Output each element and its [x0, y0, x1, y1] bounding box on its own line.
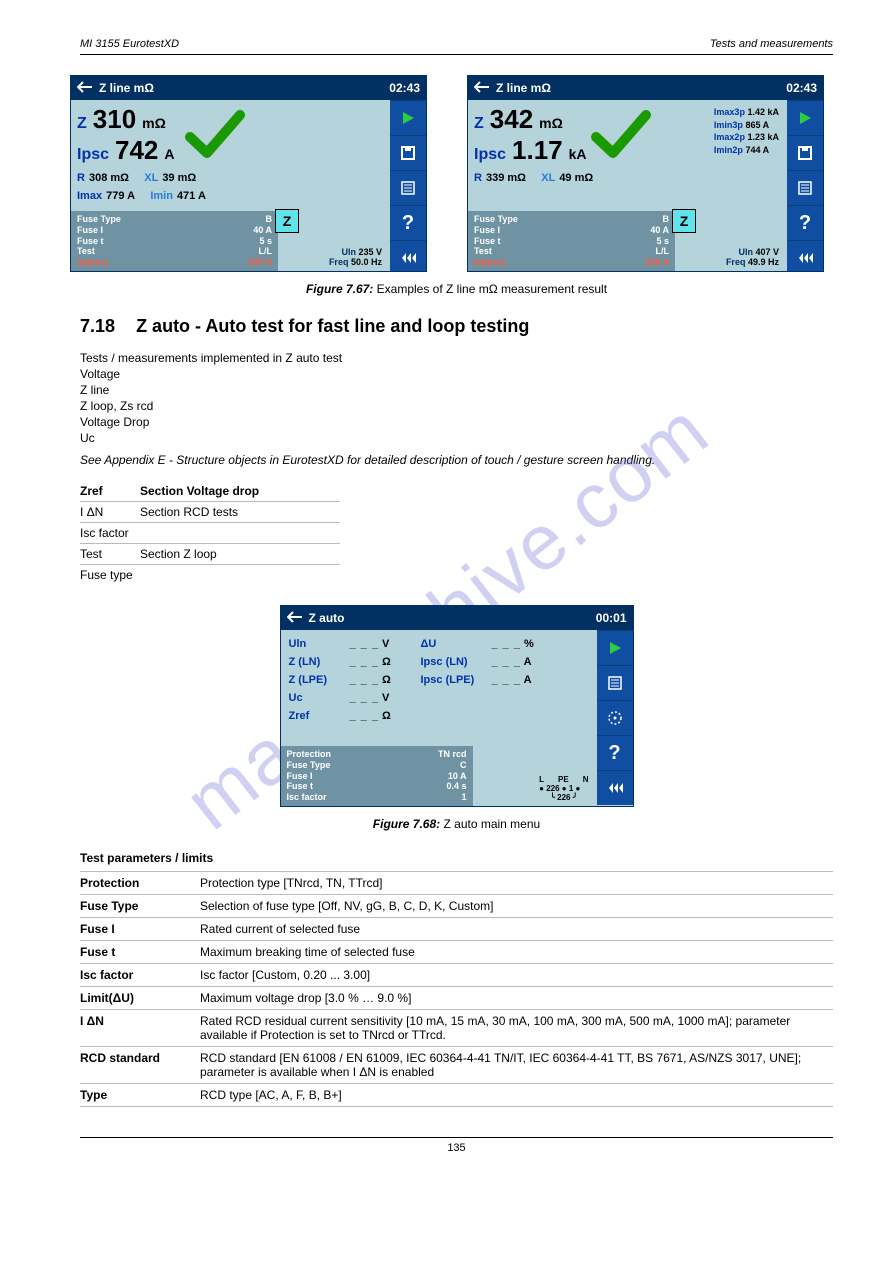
screenshot-zline-right: Z line mΩ 02:43 ? Z 342 mΩ Ipsc 1.17 kA — [467, 75, 824, 272]
list-button[interactable] — [597, 665, 633, 700]
figure-num: Figure 7.67: — [306, 282, 373, 296]
r-label: R — [77, 172, 85, 184]
du-label: ΔU — [421, 638, 486, 650]
z-label: Z — [77, 115, 87, 133]
z-label: Z — [474, 115, 484, 133]
uln-label: Uln — [289, 638, 344, 650]
xl-value: 39 mΩ — [162, 172, 196, 184]
clock: 00:01 — [596, 611, 627, 625]
params-header: Test parameters / limits — [80, 851, 213, 865]
intro-line: Uc — [80, 431, 833, 445]
run-button[interactable] — [390, 100, 426, 135]
freq-label: Freq — [726, 257, 746, 267]
side-values: Imax3p 1.42 kA Imin3p 865 A Imax2p 1.23 … — [714, 106, 779, 156]
z-value: 342 — [490, 104, 533, 135]
save-button[interactable] — [390, 135, 426, 170]
screen-title: Z line mΩ — [99, 81, 154, 95]
list-button[interactable] — [787, 170, 823, 205]
screen-title: Z line mΩ — [496, 81, 551, 95]
xl-value: 49 mΩ — [559, 172, 593, 184]
fuse-panel: ProtectionTN rcd Fuse TypeC Fuse I10 A F… — [281, 746, 473, 806]
freq-value: 50.0 Hz — [351, 257, 382, 267]
intro-line: Voltage — [80, 367, 833, 381]
uln-value: 407 V — [755, 247, 779, 257]
ipsc-label: Ipsc — [474, 146, 506, 164]
z-value: 310 — [93, 104, 136, 135]
r-label: R — [474, 172, 482, 184]
z-badge[interactable]: Z — [672, 209, 696, 233]
terminal-diagram: LPEN ● 226 ● 1 ● ╰ 226 ╯ — [539, 775, 588, 802]
ipsc-value: 1.17 — [512, 135, 563, 166]
ipsc-value: 742 — [115, 135, 158, 166]
imin-label: Imin — [150, 190, 173, 202]
freq-value: 49.9 Hz — [748, 257, 779, 267]
imax-label: Imax — [77, 190, 102, 202]
uln-label: Uln — [341, 247, 356, 257]
screenshot-zauto: Z auto 00:01 ? Uln _ _ _ V ΔU _ _ _ % Z … — [280, 605, 634, 807]
screen-title: Z auto — [309, 611, 345, 625]
clock: 02:43 — [786, 81, 817, 95]
intro-line: Tests / measurements implemented in Z au… — [80, 351, 833, 365]
ref-table: ZrefSection Voltage drop I ΔNSection RCD… — [80, 481, 340, 585]
imax-value: 779 A — [106, 190, 135, 202]
zlpe-label: Z (LPE) — [289, 674, 344, 686]
intro-line: Voltage Drop — [80, 415, 833, 429]
doc-header-right: Tests and measurements — [710, 38, 833, 50]
ipsc-label: Ipsc — [77, 146, 109, 164]
figure-text: Examples of Z line mΩ measurement result — [377, 282, 607, 296]
more-button[interactable] — [787, 240, 823, 272]
more-button[interactable] — [597, 770, 633, 805]
check-icon — [185, 109, 245, 162]
uc-label: Uc — [289, 692, 344, 704]
more-button[interactable] — [390, 240, 426, 272]
ipscln-label: Ipsc (LN) — [421, 656, 486, 668]
intro-line: Z line — [80, 383, 833, 397]
zref-label: Zref — [289, 710, 344, 722]
help-button[interactable]: ? — [787, 205, 823, 240]
run-button[interactable] — [597, 630, 633, 665]
clock: 02:43 — [389, 81, 420, 95]
section-num: 7.18 — [80, 316, 115, 336]
zln-label: Z (LN) — [289, 656, 344, 668]
help-button[interactable]: ? — [390, 205, 426, 240]
ipsclpe-label: Ipsc (LPE) — [421, 674, 486, 686]
figure-text: Z auto main menu — [443, 817, 540, 831]
intro-line: Z loop, Zs rcd — [80, 399, 833, 413]
back-icon[interactable] — [474, 81, 490, 96]
z-unit: mΩ — [539, 115, 563, 131]
uln-value: 235 V — [358, 247, 382, 257]
xl-label: XL — [144, 172, 158, 184]
help-button[interactable]: ? — [597, 735, 633, 770]
imin-value: 471 A — [177, 190, 206, 202]
ipsc-unit: kA — [569, 146, 587, 162]
freq-label: Freq — [329, 257, 349, 267]
save-button[interactable] — [787, 135, 823, 170]
fuse-panel: Fuse TypeB Fuse I40 A Fuse t5 s TestL/L … — [71, 211, 278, 271]
list-button[interactable] — [390, 170, 426, 205]
fuse-panel: Fuse TypeB Fuse I40 A Fuse t5 s TestL/L … — [468, 211, 675, 271]
screenshot-zline-left: Z line mΩ 02:43 ? Z 310 mΩ Ipsc 742 A — [70, 75, 427, 272]
figure-num: Figure 7.68: — [373, 817, 440, 831]
target-button[interactable] — [597, 700, 633, 735]
run-button[interactable] — [787, 100, 823, 135]
param-table: ProtectionProtection type [TNrcd, TN, TT… — [80, 871, 833, 1107]
back-icon[interactable] — [77, 81, 93, 96]
hint-text: See Appendix E - Structure objects in Eu… — [80, 453, 833, 467]
section-title: Z auto - Auto test for fast line and loo… — [136, 316, 529, 336]
z-badge[interactable]: Z — [275, 209, 299, 233]
doc-header-left: MI 3155 EurotestXD — [80, 38, 179, 50]
xl-label: XL — [541, 172, 555, 184]
page-number: 135 — [80, 1142, 833, 1154]
back-icon[interactable] — [287, 611, 303, 626]
check-icon — [591, 109, 651, 162]
z-unit: mΩ — [142, 115, 166, 131]
uln-label: Uln — [738, 247, 753, 257]
r-value: 308 mΩ — [89, 172, 129, 184]
ipsc-unit: A — [164, 146, 174, 162]
r-value: 339 mΩ — [486, 172, 526, 184]
